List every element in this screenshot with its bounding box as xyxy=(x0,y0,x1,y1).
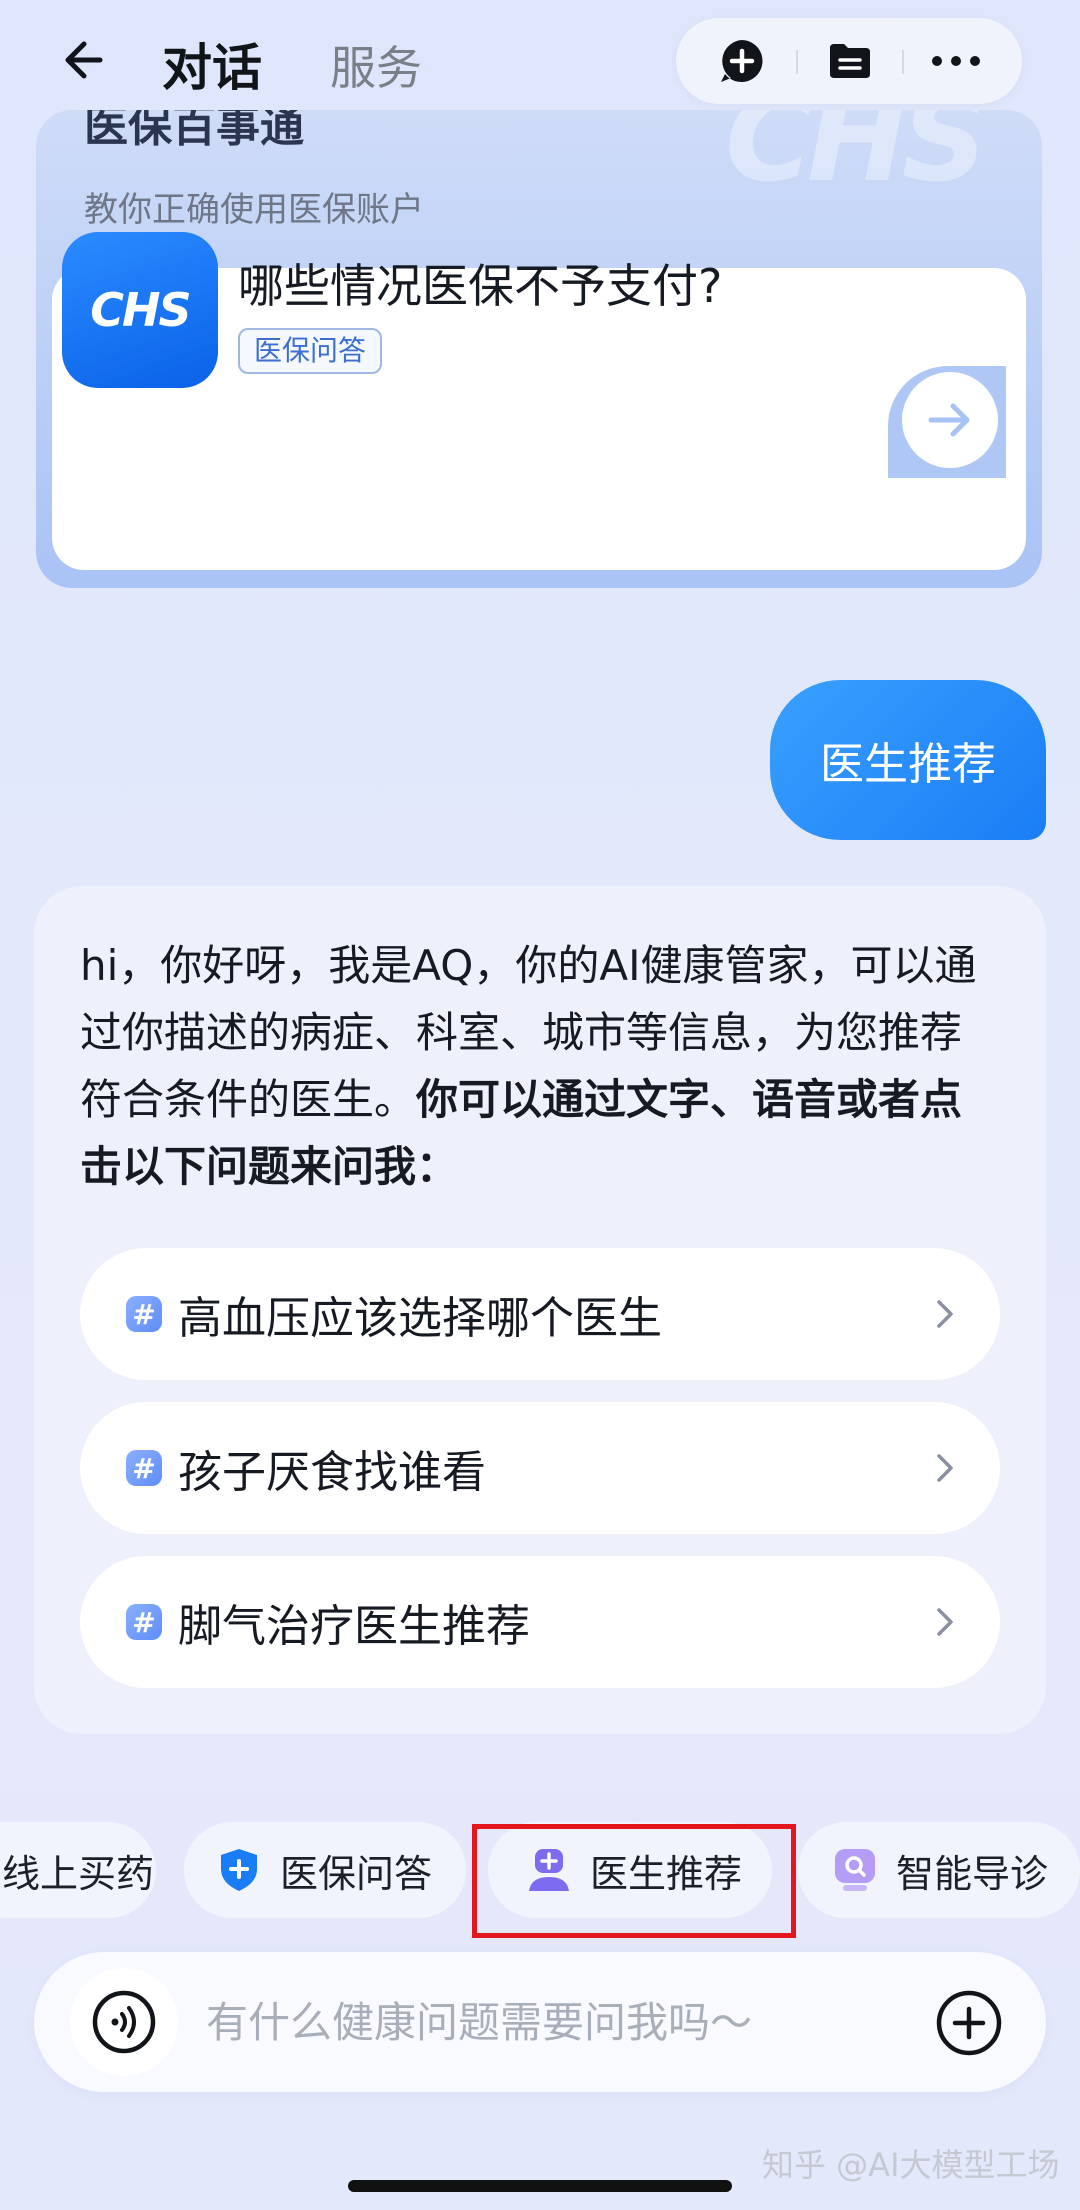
suggestion-label: 脚气治疗医生推荐 xyxy=(178,1601,530,1652)
suggestion-label: 孩子厌食找谁看 xyxy=(178,1447,486,1498)
tab-dialog[interactable]: 对话 xyxy=(162,28,262,100)
home-indicator[interactable] xyxy=(348,2180,732,2192)
chip-label: 线上买药 xyxy=(2,1851,155,1896)
source-watermark: 知乎 @AI大模型工场 xyxy=(762,2146,1060,2184)
hashtag-icon: # xyxy=(126,1450,162,1486)
chip-online-pharmacy[interactable]: 线上买药 xyxy=(0,1822,156,1918)
more-button[interactable] xyxy=(906,18,1006,104)
voice-button[interactable] xyxy=(70,1968,178,2076)
shield-plus-icon xyxy=(216,1847,262,1893)
suggestion-item[interactable]: # 孩子厌食找谁看 xyxy=(80,1402,1000,1534)
hashtag-icon: # xyxy=(126,1604,162,1640)
separator xyxy=(796,50,798,74)
chip-smart-triage[interactable]: 智能导诊 xyxy=(798,1822,1080,1918)
input-bar xyxy=(34,1952,1046,2092)
chip-label: 智能导诊 xyxy=(896,1851,1049,1896)
new-chat-icon xyxy=(721,40,763,82)
more-icon xyxy=(932,56,980,66)
separator xyxy=(902,50,904,74)
insurance-card-subtitle: 教你正确使用医保账户 xyxy=(84,190,424,230)
highlight-box xyxy=(472,1824,796,1938)
message-input[interactable] xyxy=(206,1986,846,2058)
user-message: 医生推荐 xyxy=(770,680,1046,840)
next-button[interactable] xyxy=(902,372,998,468)
chevron-right-icon xyxy=(936,1299,954,1329)
chs-watermark: CHS xyxy=(725,110,982,196)
triage-search-icon xyxy=(832,1847,878,1893)
header-actions xyxy=(676,18,1022,104)
back-arrow-icon xyxy=(65,41,103,79)
arrow-right-icon xyxy=(928,403,970,437)
new-chat-button[interactable] xyxy=(692,18,792,104)
hashtag-icon: # xyxy=(126,1296,162,1332)
chevron-right-icon xyxy=(936,1453,954,1483)
chevron-right-icon xyxy=(936,1607,954,1637)
insurance-question[interactable]: 哪些情况医保不予支付? xyxy=(238,250,722,316)
tab-service[interactable]: 服务 xyxy=(330,32,422,98)
assistant-message-text: hi，你好呀，我是AQ，你的AI健康管家，可以通过你描述的病症、科室、城市等信息… xyxy=(80,932,1000,1200)
suggestion-item[interactable]: # 高血压应该选择哪个医生 xyxy=(80,1248,1000,1380)
insurance-tag: 医保问答 xyxy=(238,328,383,374)
voice-icon xyxy=(92,1990,156,2054)
chip-label: 医保问答 xyxy=(280,1851,433,1896)
attach-button[interactable] xyxy=(934,1988,1004,2058)
suggestion-item[interactable]: # 脚气治疗医生推荐 xyxy=(80,1556,1000,1688)
insurance-card-title: 医保百事通 xyxy=(84,110,304,152)
suggestion-label: 高血压应该选择哪个医生 xyxy=(178,1293,662,1344)
plus-circle-icon xyxy=(936,1990,1002,2056)
chs-logo: CHS xyxy=(62,232,218,388)
back-button[interactable] xyxy=(52,30,112,90)
chip-insurance-qa[interactable]: 医保问答 xyxy=(184,1822,466,1918)
history-button[interactable] xyxy=(800,18,900,104)
folder-icon xyxy=(830,44,870,78)
